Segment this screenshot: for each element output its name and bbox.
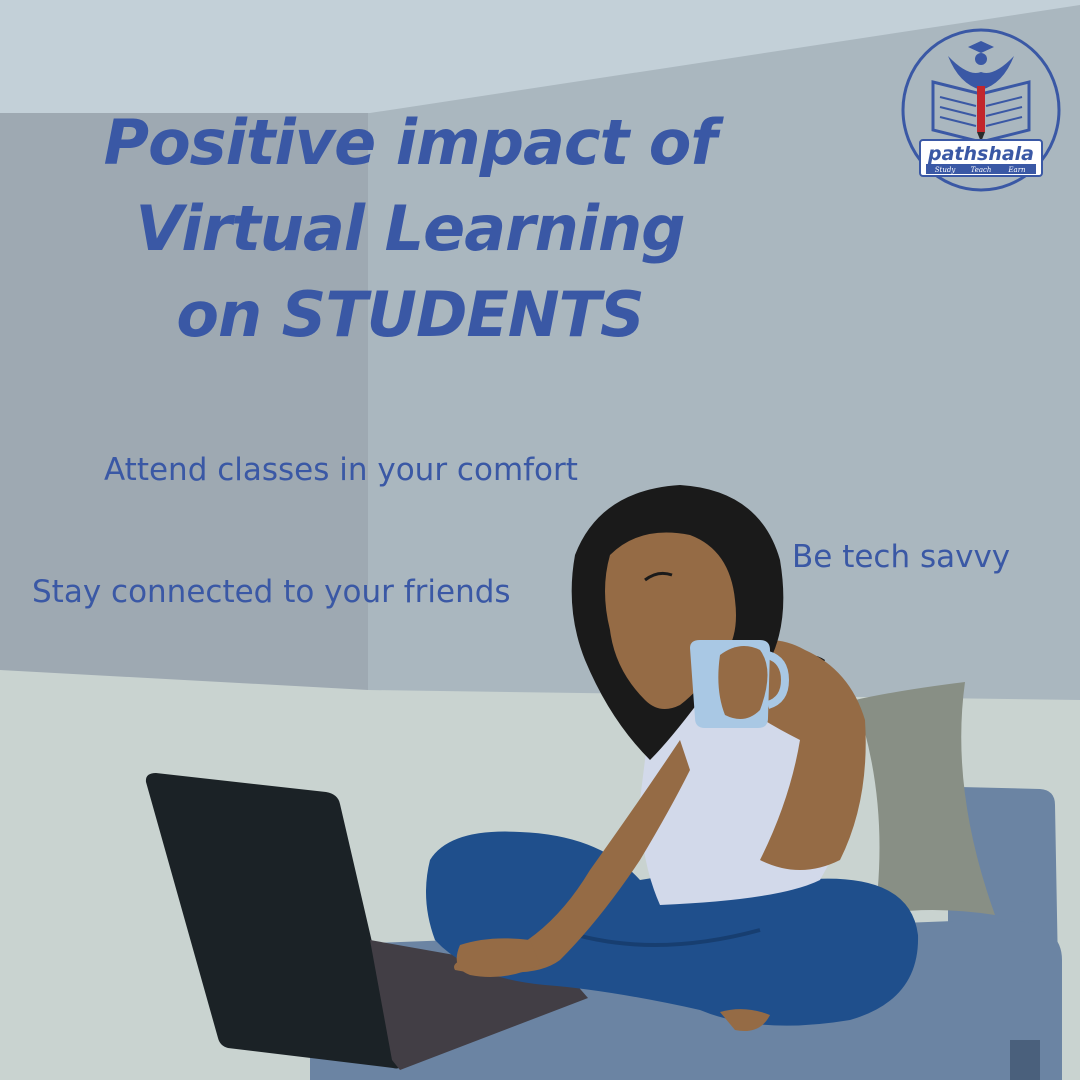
title-line-2: Virtual Learning [135, 192, 685, 265]
logo-tagline-teach: Teach [971, 166, 992, 174]
poster: pathshala Study Teach Earn Positive impa… [0, 0, 1080, 1080]
logo-tagline-study: Study [935, 166, 957, 174]
logo-name: pathshala [927, 143, 1034, 165]
mug-hand [718, 646, 768, 719]
title-line-1: Positive impact of [103, 106, 718, 179]
benefit-tech-savvy: Be tech savvy [792, 539, 1011, 575]
pathshala-logo: pathshala Study Teach Earn [901, 28, 1061, 192]
pencil-icon [977, 86, 985, 132]
sofa-cushion-edge [1010, 1040, 1040, 1080]
benefit-friends: Stay connected to your friends [32, 574, 511, 610]
title-line-3: on STUDENTS [176, 278, 644, 351]
graduate-head-icon [975, 53, 987, 65]
poster-title: Positive impact of Virtual Learning on S… [40, 100, 780, 358]
benefit-comfort: Attend classes in your comfort [104, 452, 578, 488]
logo-tagline-earn: Earn [1007, 166, 1026, 174]
mortarboard-icon [968, 41, 994, 53]
